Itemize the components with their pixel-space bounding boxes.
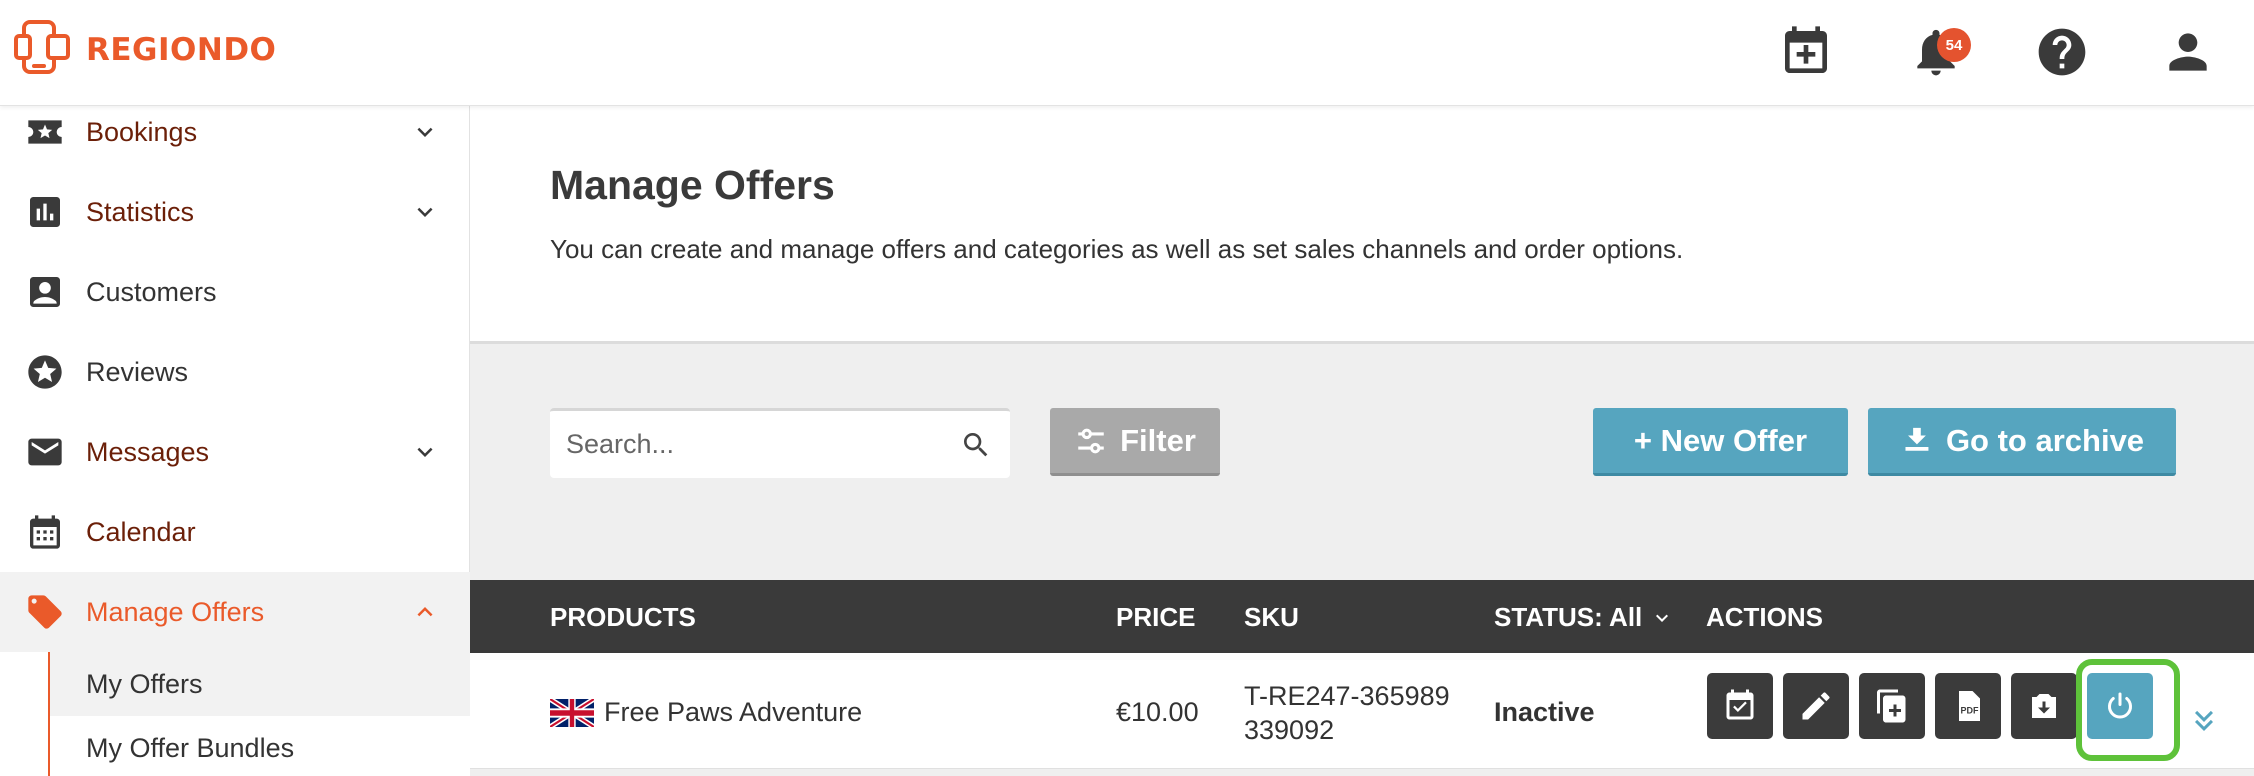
archive-download-icon	[1905, 427, 1929, 451]
status-badge: Inactive	[1494, 697, 1595, 727]
tag-icon	[24, 591, 66, 633]
edit-offer-button[interactable]	[1783, 673, 1849, 739]
column-header-actions: ACTIONS	[1706, 602, 1823, 632]
sidebar-item-manage-offers[interactable]: Manage Offers	[0, 572, 470, 652]
brand-name: REGIONDO	[86, 32, 277, 68]
page-description: You can create and manage offers and cat…	[550, 234, 1684, 264]
duplicate-icon	[1877, 689, 1906, 723]
envelope-icon	[24, 431, 66, 473]
sidebar-item-label: Bookings	[86, 116, 198, 147]
contact-card-icon	[24, 271, 66, 313]
sidebar-item-label: Manage Offers	[86, 596, 265, 627]
sidebar-item-reviews[interactable]: Reviews	[0, 332, 470, 412]
chevron-up-icon	[417, 607, 433, 617]
sidebar-submenu: My Offers My Offer Bundles	[0, 652, 470, 776]
offers-table-header: PRODUCTS PRICE SKU STATUS: All ACTIONS	[470, 580, 2254, 653]
product-name[interactable]: Free Paws Adventure	[604, 697, 862, 728]
help-icon[interactable]	[2032, 22, 2092, 82]
sliders-icon	[1078, 428, 1104, 453]
star-ticket-icon	[24, 111, 66, 153]
filter-button[interactable]: Filter	[1050, 408, 1220, 476]
status-filter-dropdown[interactable]: STATUS: All	[1494, 602, 1674, 633]
star-circle-icon	[24, 351, 66, 393]
power-icon	[2108, 692, 2132, 719]
sidebar-subitem-label: My Offer Bundles	[86, 732, 295, 763]
sidebar-item-statistics[interactable]: Statistics	[0, 172, 470, 252]
archive-button-label: Go to archive	[1945, 422, 2145, 458]
uk-flag-icon	[550, 699, 594, 727]
bar-chart-icon	[24, 191, 66, 233]
notification-badge: 54	[1937, 28, 1971, 62]
page-title: Manage Offers	[550, 162, 835, 208]
pdf-icon: PDF	[1959, 691, 1980, 721]
product-sku: T-RE247-365989 339092	[1244, 679, 1450, 747]
search-icon[interactable]	[960, 429, 992, 461]
availability-button[interactable]	[1707, 673, 1773, 739]
sidebar-item-label: Reviews	[86, 356, 189, 387]
go-to-archive-button[interactable]: Go to archive	[1868, 408, 2176, 476]
calendar-add-icon[interactable]	[1776, 22, 1836, 82]
archive-offer-button[interactable]	[2011, 673, 2077, 739]
product-sku-line: T-RE247-365989	[1244, 681, 1450, 711]
calendar-check-icon	[1726, 689, 1754, 720]
sidebar-item-label: Customers	[86, 276, 217, 307]
column-header-products: PRODUCTS	[550, 602, 696, 632]
sidebar: Bookings Statistics Customers Reviews Me…	[0, 106, 470, 776]
column-header-status: STATUS: All	[1494, 602, 1643, 632]
pdf-export-button[interactable]: PDF	[1935, 673, 2001, 739]
search-input[interactable]	[566, 429, 946, 460]
column-header-sku: SKU	[1244, 602, 1299, 632]
double-chevron-down-icon[interactable]	[2186, 701, 2222, 737]
sidebar-subitem-label: My Offers	[86, 668, 203, 699]
sidebar-item-label: Calendar	[86, 516, 196, 547]
duplicate-offer-button[interactable]	[1859, 673, 1925, 739]
sidebar-item-customers[interactable]: Customers	[0, 252, 470, 332]
chevron-down-icon	[1656, 614, 1669, 622]
product-sku-line: 339092	[1244, 715, 1335, 745]
regiondo-logo-icon	[14, 20, 70, 74]
column-header-price: PRICE	[1116, 602, 1196, 632]
sidebar-item-messages[interactable]: Messages	[0, 412, 470, 492]
chevron-down-icon	[417, 207, 433, 217]
archive-download-icon	[2032, 694, 2056, 718]
sidebar-item-calendar[interactable]: Calendar	[0, 492, 470, 572]
sidebar-subitem-my-offer-bundles[interactable]: My Offer Bundles	[48, 716, 470, 776]
search-box	[550, 408, 1010, 478]
page-header: Manage Offers You can create and manage …	[470, 106, 2254, 344]
sidebar-item-label: Statistics	[86, 196, 195, 227]
new-offer-button[interactable]: + New Offer	[1593, 408, 1848, 476]
top-bar: REGIONDO 54	[0, 0, 2254, 106]
product-price: €10.00	[1116, 697, 1199, 727]
activate-offer-button[interactable]	[2087, 673, 2153, 739]
table-row: Free Paws Adventure €10.00 T-RE247-36598…	[470, 653, 2254, 769]
sidebar-item-label: Messages	[86, 436, 210, 467]
user-icon[interactable]	[2158, 22, 2218, 82]
chevron-down-icon	[417, 447, 433, 457]
bell-icon[interactable]: 54	[1906, 22, 1971, 82]
brand-logo[interactable]: REGIONDO	[12, 18, 276, 82]
filter-button-label: Filter	[1120, 422, 1196, 458]
new-offer-button-label: + New Offer	[1633, 422, 1808, 458]
chevron-down-icon	[417, 127, 433, 137]
svg-text:PDF: PDF	[1961, 706, 1980, 716]
table-bottom-strip	[470, 769, 2254, 776]
pencil-icon	[1802, 692, 1830, 720]
offers-toolbar: Filter + New Offer Go to archive	[470, 344, 2254, 580]
sidebar-subitem-my-offers[interactable]: My Offers	[48, 652, 470, 716]
calendar-icon	[24, 511, 66, 553]
